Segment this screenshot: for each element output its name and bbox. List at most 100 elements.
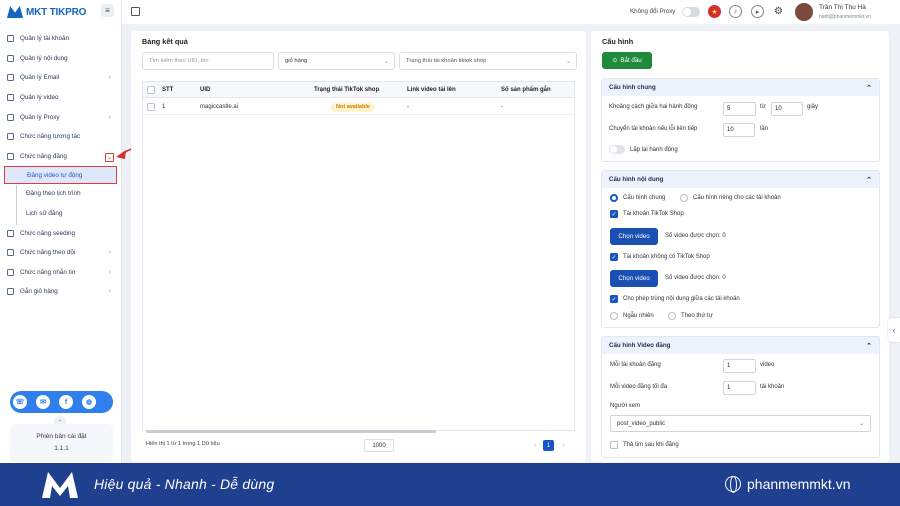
radio-label: Ngẫu nhiên — [623, 313, 654, 319]
delay-from-input[interactable]: 5 — [723, 102, 756, 116]
column-header-video-link[interactable]: Link video tải lên — [407, 82, 456, 98]
avatar[interactable] — [795, 3, 813, 21]
heart-after-post-row[interactable]: Thả tim sau khi đăng — [610, 441, 679, 449]
radio-selected[interactable] — [610, 194, 618, 202]
globe-icon — [725, 476, 741, 493]
radio-unselected[interactable] — [680, 194, 688, 202]
shop-account-checkbox-row[interactable]: ✓ Tài khoản TikTok Shop — [610, 210, 684, 218]
per-account-unit: video — [760, 362, 775, 368]
horizontal-scrollbar[interactable] — [146, 430, 436, 433]
sidebar-item-label: Quản lý Proxy — [20, 113, 60, 121]
sidebar-item-interaction[interactable]: Chức năng tương tác — [0, 127, 122, 147]
chevron-down-icon: ⌄ — [858, 421, 864, 427]
version-number: 1.1.1 — [54, 445, 69, 452]
social-bar: ☏ ✉ f ◍ — [10, 391, 113, 413]
sidebar-item-email[interactable]: Quản lý Email › — [0, 68, 122, 88]
max-accounts-label: Mỗi video đăng tối đa — [610, 384, 668, 390]
proxy-label: Không đổi Proxy — [630, 8, 676, 15]
allow-duplicate-checkbox-row[interactable]: ✓ Cho phép trùng nội dung giữa các tài kh… — [610, 295, 740, 303]
sidebar-subitem-auto-post[interactable]: Đăng video tự động — [4, 166, 117, 185]
sidebar-item-posting[interactable]: Chức năng đăng ⌄ — [0, 147, 122, 167]
viewer-select[interactable]: post_video_public ⌄ — [610, 415, 871, 432]
sidebar-subitem-label: Lịch sử đăng — [26, 210, 63, 218]
sidebar-item-seeding[interactable]: Chức năng seeding — [0, 223, 122, 243]
cart-filter-value: giỏ hàng — [285, 58, 308, 64]
column-header-product-count[interactable]: Số sản phẩm gắn — [501, 82, 551, 98]
section-title: Cấu hình chung — [609, 84, 656, 91]
sidebar-item-cart[interactable]: Gắn giỏ hàng › — [0, 282, 122, 302]
table-footer-info: Hiển thị 1 từ 1 trong 1 Dữ liệu — [146, 441, 220, 447]
repeat-toggle[interactable] — [609, 145, 625, 154]
sidebar-item-content[interactable]: Quản lý nội dung — [0, 49, 122, 69]
next-page-button[interactable]: › — [558, 440, 569, 451]
website-icon[interactable]: ◍ — [82, 395, 96, 409]
search-input[interactable]: Tìm kiếm theo UID, tên — [142, 52, 274, 70]
gear-icon[interactable]: ⚙ — [772, 5, 785, 18]
radio-random[interactable]: Ngẫu nhiên — [610, 312, 654, 320]
row-checkbox[interactable] — [147, 100, 155, 114]
sidebar-item-label: Chức năng seeding — [20, 229, 75, 237]
general-config-header[interactable]: Cấu hình chung ⌃ — [602, 79, 879, 96]
radio-sequential[interactable]: Theo thứ tự — [668, 312, 713, 320]
radio-separate-config[interactable]: Cấu hình riêng cho các tài khoản — [680, 194, 781, 202]
cart-filter-select[interactable]: giỏ hàng ⌄ — [278, 52, 395, 70]
sidebar-item-proxy[interactable]: Quản lý Proxy › — [0, 107, 122, 127]
radio-unselected[interactable] — [668, 312, 676, 320]
messenger-icon[interactable]: ✉ — [36, 395, 50, 409]
checkbox-checked[interactable]: ✓ — [610, 210, 618, 218]
sidebar-item-label: Gắn giỏ hàng — [20, 288, 58, 296]
radio-unselected[interactable] — [610, 312, 618, 320]
choose-video-button-1[interactable]: Chọn video — [610, 228, 658, 245]
video-config-header[interactable]: Cấu hình Video đăng ⌃ — [602, 337, 879, 354]
chevron-down-icon: ⌄ — [565, 58, 571, 65]
sidebar-layout-icon[interactable] — [131, 7, 140, 16]
sidebar-item-video[interactable]: Quản lý video — [0, 88, 122, 108]
facebook-icon[interactable]: f — [59, 395, 73, 409]
repeat-action-row[interactable]: Lặp lại hành động — [609, 145, 678, 154]
delay-to-input[interactable]: 10 — [771, 102, 803, 116]
per-account-input[interactable]: 1 — [723, 359, 756, 373]
bell-icon[interactable]: ♪ — [729, 5, 742, 18]
menu-toggle-button[interactable]: ≡ — [101, 4, 114, 17]
radio-general-config[interactable]: Cấu hình chung — [610, 194, 665, 202]
shop-status-filter-select[interactable]: Trạng thái tài khoản tiktok shop ⌄ — [399, 52, 577, 70]
switch-account-input[interactable]: 10 — [723, 123, 755, 137]
row-divider — [143, 114, 574, 115]
sidebar: MKT TIKPRO ≡ Quản lý tài khoản Quản lý n… — [0, 0, 122, 463]
current-page-button[interactable]: 1 — [543, 440, 554, 451]
sidebar-subitem-schedule[interactable]: Đăng theo lịch trình — [0, 184, 122, 204]
play-icon[interactable]: ▸ — [751, 5, 764, 18]
column-header-stt[interactable]: STT — [162, 82, 173, 98]
max-accounts-input[interactable]: 1 — [723, 381, 756, 395]
panel-collapse-handle[interactable]: ‹ — [888, 318, 900, 342]
checkbox-unchecked[interactable] — [610, 441, 618, 449]
start-button[interactable]: ⊙ Bắt đầu — [602, 52, 652, 69]
support-icon[interactable]: ☏ — [13, 395, 27, 409]
viewer-label: Người xem — [610, 403, 640, 409]
per-account-label: Mỗi tài khoản đăng — [610, 362, 661, 368]
page-size-select[interactable]: 1000 — [364, 439, 394, 452]
sidebar-subitem-history[interactable]: Lịch sử đăng — [0, 204, 122, 224]
select-all-checkbox[interactable] — [147, 82, 155, 98]
checkbox-checked[interactable]: ✓ — [610, 253, 618, 261]
radio-label: Theo thứ tự — [681, 313, 713, 319]
choose-video-button-2[interactable]: Chọn video — [610, 270, 658, 287]
checkbox-checked[interactable]: ✓ — [610, 295, 618, 303]
content-config-header[interactable]: Cấu hình nội dung ⌃ — [602, 171, 879, 188]
vietnam-flag-icon[interactable]: ★ — [708, 5, 721, 18]
banner-site[interactable]: phanmemmkt.vn — [725, 476, 850, 493]
selected-videos-count-1: Số video được chọn: 0 — [665, 233, 726, 239]
column-header-uid[interactable]: UID — [200, 82, 210, 98]
chevron-right-icon: › — [108, 288, 111, 296]
prev-page-button[interactable]: ‹ — [530, 440, 541, 451]
sidebar-item-follow[interactable]: Chức năng theo dõi › — [0, 243, 122, 263]
cell-shop-status: Not available — [331, 100, 375, 114]
sidebar-item-message[interactable]: Chức năng nhắn tin › — [0, 263, 122, 283]
column-header-shop-status[interactable]: Trạng thái TikTok shop — [314, 82, 379, 98]
sidebar-item-label: Quản lý nội dung — [20, 54, 68, 62]
proxy-toggle[interactable] — [682, 7, 700, 17]
no-shop-account-checkbox-row[interactable]: ✓ Tài khoản không có TikTok Shop — [610, 253, 710, 261]
max-accounts-unit: tài khoản — [760, 384, 785, 390]
sidebar-item-label: Quản lý tài khoản — [20, 35, 70, 43]
sidebar-item-accounts[interactable]: Quản lý tài khoản — [0, 29, 122, 49]
